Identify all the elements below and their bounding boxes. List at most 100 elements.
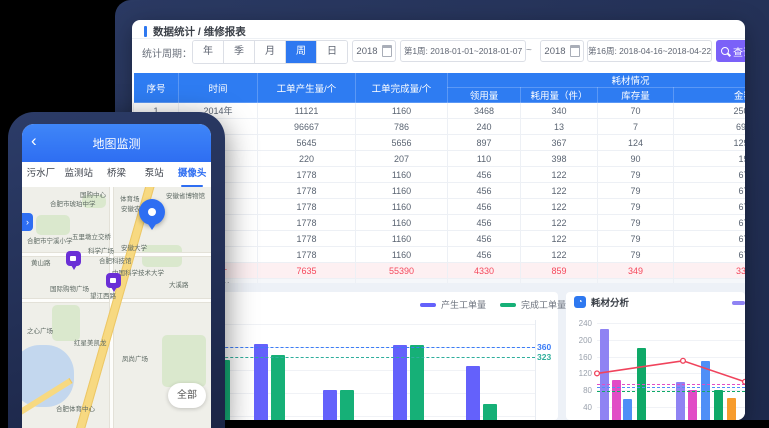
table-cell: 1160 <box>356 167 448 183</box>
search-button[interactable]: 查询 <box>716 40 745 62</box>
column-header: 时间 <box>179 73 258 103</box>
map-place-label: 合肥市宁溪小学 <box>27 235 73 245</box>
map-place-label: 黄山路 <box>31 257 51 267</box>
map-place-label: 安徽大学 <box>121 242 147 252</box>
table-cell: 79 <box>598 183 674 199</box>
table-cell: 13 <box>521 119 598 135</box>
map-place-label: 安徽省博物馆 <box>166 190 205 200</box>
column-header: 工单完成量/个 <box>356 73 448 103</box>
table-cell: 207 <box>356 151 448 167</box>
end-year-value: 2018 <box>544 46 565 57</box>
table-cell: 5656 <box>356 135 448 151</box>
table-row: 177811604561227967 <box>134 231 746 247</box>
table-cell: 124 <box>598 135 674 151</box>
map-park-area <box>142 245 182 267</box>
map-place-label: 红星美凯龙 <box>74 337 107 347</box>
right-chart-legend-swatch <box>732 301 745 305</box>
table-cell: 67 <box>674 167 746 183</box>
table-cell: 19 <box>674 151 746 167</box>
table-row: 96667786240137690 <box>134 119 746 135</box>
map-place-label: 体育场 <box>120 193 140 203</box>
table-cell: 456 <box>448 183 521 199</box>
table-cell: 1778 <box>258 231 356 247</box>
camera-marker-icon[interactable] <box>106 273 121 288</box>
table-cell: 897 <box>448 135 521 151</box>
table-row: 177811604561227967 <box>134 199 746 215</box>
map-view[interactable]: 国购中心合肥市琥珀中学体育场安徽农业大学安徽省博物馆五里墩立交桥合肥市宁溪小学科… <box>22 187 211 428</box>
table-cell: 1778 <box>258 199 356 215</box>
table-cell: 79 <box>598 247 674 263</box>
panel-expander-button[interactable]: › <box>22 213 33 231</box>
breadcrumb-accent-bar <box>144 26 147 37</box>
phone-tab-监测站[interactable]: 监测站 <box>60 162 98 187</box>
table-cell: 1295 <box>674 135 746 151</box>
table-cell: 110 <box>448 151 521 167</box>
table-cell: 456 <box>448 167 521 183</box>
selected-camera-pin-icon[interactable] <box>139 199 165 225</box>
period-segmented-control[interactable]: 年季月周日 <box>192 40 348 64</box>
period-option-周[interactable]: 周 <box>286 41 317 63</box>
table-row: 12014年1112111603468340702506 <box>134 103 746 119</box>
map-park-area <box>162 335 206 387</box>
table-cell: 11121 <box>258 103 356 119</box>
end-week-range-input[interactable]: 第16周: 2018-04-16~2018-04-22 <box>587 40 712 62</box>
phone-mockup: ‹ 地图监测 污水厂监测站桥梁泵站摄像头 国购中心合肥市琥珀中学体育场安徽农业大… <box>8 112 225 428</box>
table-cell: 67 <box>674 199 746 215</box>
table-cell: 1160 <box>356 183 448 199</box>
table-row: 177811604561227967 <box>134 215 746 231</box>
table-cell: 1160 <box>356 231 448 247</box>
table-cell: 122 <box>521 199 598 215</box>
pie-chart-icon: ◔ <box>574 296 586 308</box>
period-option-日[interactable]: 日 <box>317 41 347 63</box>
table-cell: 5645 <box>258 135 356 151</box>
column-header: 序号 <box>134 73 179 103</box>
screenshot-canvas: { "desktop": { "breadcrumb": "数据统计 / 维修报… <box>0 0 769 420</box>
table-cell: 1160 <box>356 103 448 119</box>
map-place-label: 科学广场 <box>88 245 114 255</box>
calendar-icon <box>382 45 392 57</box>
table-cell: 122 <box>521 231 598 247</box>
table-cell: 7 <box>598 119 674 135</box>
table-cell: 1778 <box>258 183 356 199</box>
phone-tab-摄像头[interactable]: 摄像头 <box>173 162 211 187</box>
period-option-年[interactable]: 年 <box>193 41 224 63</box>
sub-column-header: 金额 <box>674 88 746 103</box>
table-row: 564556568973671241295 <box>134 135 746 151</box>
table-cell: 67 <box>674 215 746 231</box>
camera-marker-icon[interactable] <box>66 251 81 266</box>
map-park-area <box>36 215 70 235</box>
phone-tab-bar[interactable]: 污水厂监测站桥梁泵站摄像头 <box>22 162 211 188</box>
phone-tab-泵站[interactable]: 泵站 <box>135 162 173 187</box>
table-cell: 786 <box>356 119 448 135</box>
left-chart-legend: 产生工单量 完成工单量 <box>420 298 566 311</box>
phone-tab-桥梁[interactable]: 桥梁 <box>98 162 136 187</box>
table-cell: 398 <box>521 151 598 167</box>
start-year-select[interactable]: 2018 <box>352 40 396 62</box>
phone-tab-污水厂[interactable]: 污水厂 <box>22 162 60 187</box>
range-separator: ~ <box>526 45 532 56</box>
table-cell: 1778 <box>258 247 356 263</box>
table-cell: 55390 <box>356 263 448 279</box>
table-cell: 4330 <box>448 263 521 279</box>
table-row: 177811604561227967 <box>134 247 746 263</box>
legend-label: 产生工单量 <box>441 298 486 311</box>
table-cell: 70 <box>598 103 674 119</box>
all-filter-button[interactable]: 全部 <box>168 383 206 408</box>
map-place-label: 国际购物广场 <box>50 283 89 293</box>
right-chart-title: ◔ 耗材分析 <box>574 295 629 309</box>
table-cell: 1160 <box>356 215 448 231</box>
table-cell: 859 <box>521 263 598 279</box>
table-cell: 2506 <box>674 103 746 119</box>
table-row: 177811604561227967 <box>134 183 746 199</box>
table-cell: 240 <box>448 119 521 135</box>
sub-column-header: 耗用量（件） <box>521 88 598 103</box>
legend-line-icon <box>500 303 516 307</box>
table-cell: 79 <box>598 167 674 183</box>
right-chart-title-text: 耗材分析 <box>591 295 629 309</box>
legend-line-icon <box>420 303 436 307</box>
period-option-季[interactable]: 季 <box>224 41 255 63</box>
table-cell: 456 <box>448 231 521 247</box>
end-year-select[interactable]: 2018 <box>540 40 584 62</box>
start-week-range-input[interactable]: 第1周: 2018-01-01~2018-01-07 <box>400 40 526 62</box>
period-option-月[interactable]: 月 <box>255 41 286 63</box>
